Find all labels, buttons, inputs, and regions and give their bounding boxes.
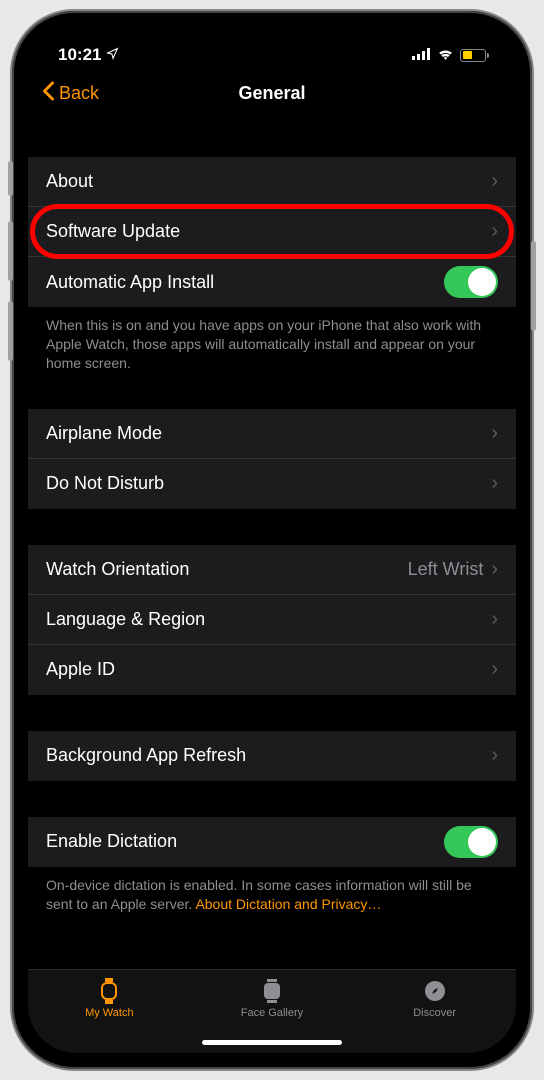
volume-down-button[interactable] — [8, 301, 13, 361]
row-watch-orientation[interactable]: Watch Orientation Left Wrist › — [28, 545, 516, 595]
row-label: Enable Dictation — [46, 831, 177, 852]
row-label: Software Update — [46, 221, 180, 242]
tab-my-watch[interactable]: My Watch — [29, 978, 190, 1019]
chevron-right-icon: › — [491, 608, 498, 631]
compass-icon — [423, 978, 447, 1004]
power-button[interactable] — [531, 241, 536, 331]
tab-label: Face Gallery — [241, 1007, 303, 1019]
row-background-refresh[interactable]: Background App Refresh › — [28, 731, 516, 781]
row-enable-dictation: Enable Dictation — [28, 817, 516, 867]
tab-face-gallery[interactable]: Face Gallery — [191, 978, 352, 1019]
back-label: Back — [59, 83, 99, 104]
chevron-right-icon: › — [491, 472, 498, 495]
tab-discover[interactable]: Discover — [354, 978, 515, 1019]
screen: 10:21 Back Gene — [28, 27, 516, 1053]
dictation-privacy-link[interactable]: About Dictation and Privacy… — [195, 896, 381, 912]
dictation-toggle[interactable] — [444, 826, 498, 858]
page-title: General — [238, 83, 305, 104]
row-label: Airplane Mode — [46, 423, 162, 444]
dictation-footer: On-device dictation is enabled. In some … — [28, 867, 516, 914]
watch-icon — [99, 978, 119, 1004]
face-gallery-icon — [261, 978, 283, 1004]
row-language-region[interactable]: Language & Region › — [28, 595, 516, 645]
wifi-icon — [437, 45, 454, 65]
notch — [167, 27, 377, 57]
back-button[interactable]: Back — [42, 81, 99, 106]
row-label: Language & Region — [46, 609, 205, 630]
row-auto-install: Automatic App Install — [28, 257, 516, 307]
nav-header: Back General — [28, 71, 516, 115]
chevron-right-icon: › — [491, 220, 498, 243]
location-icon — [106, 45, 119, 65]
status-time: 10:21 — [58, 45, 101, 65]
chevron-right-icon: › — [491, 744, 498, 767]
phone-frame: 10:21 Back Gene — [12, 11, 532, 1069]
chevron-right-icon: › — [491, 658, 498, 681]
tab-label: My Watch — [85, 1007, 134, 1019]
content-scroll[interactable]: About › Software Update › Automatic App … — [28, 115, 516, 969]
volume-up-button[interactable] — [8, 221, 13, 281]
row-do-not-disturb[interactable]: Do Not Disturb › — [28, 459, 516, 509]
auto-install-footer: When this is on and you have apps on you… — [28, 307, 516, 373]
row-about[interactable]: About › — [28, 157, 516, 207]
row-label: Automatic App Install — [46, 272, 214, 293]
silent-switch[interactable] — [8, 161, 13, 196]
row-label: Watch Orientation — [46, 559, 189, 580]
chevron-right-icon: › — [491, 558, 498, 581]
home-indicator[interactable] — [202, 1040, 342, 1045]
battery-icon — [460, 49, 486, 62]
row-label: Apple ID — [46, 659, 115, 680]
chevron-right-icon: › — [491, 422, 498, 445]
row-label: Background App Refresh — [46, 745, 246, 766]
row-apple-id[interactable]: Apple ID › — [28, 645, 516, 695]
row-label: Do Not Disturb — [46, 473, 164, 494]
row-software-update[interactable]: Software Update › — [28, 207, 516, 257]
cellular-icon — [412, 45, 431, 65]
chevron-left-icon — [42, 81, 55, 106]
chevron-right-icon: › — [491, 170, 498, 193]
auto-install-toggle[interactable] — [444, 266, 498, 298]
tab-label: Discover — [413, 1007, 456, 1019]
row-label: About — [46, 171, 93, 192]
row-value: Left Wrist — [408, 559, 484, 580]
row-airplane-mode[interactable]: Airplane Mode › — [28, 409, 516, 459]
